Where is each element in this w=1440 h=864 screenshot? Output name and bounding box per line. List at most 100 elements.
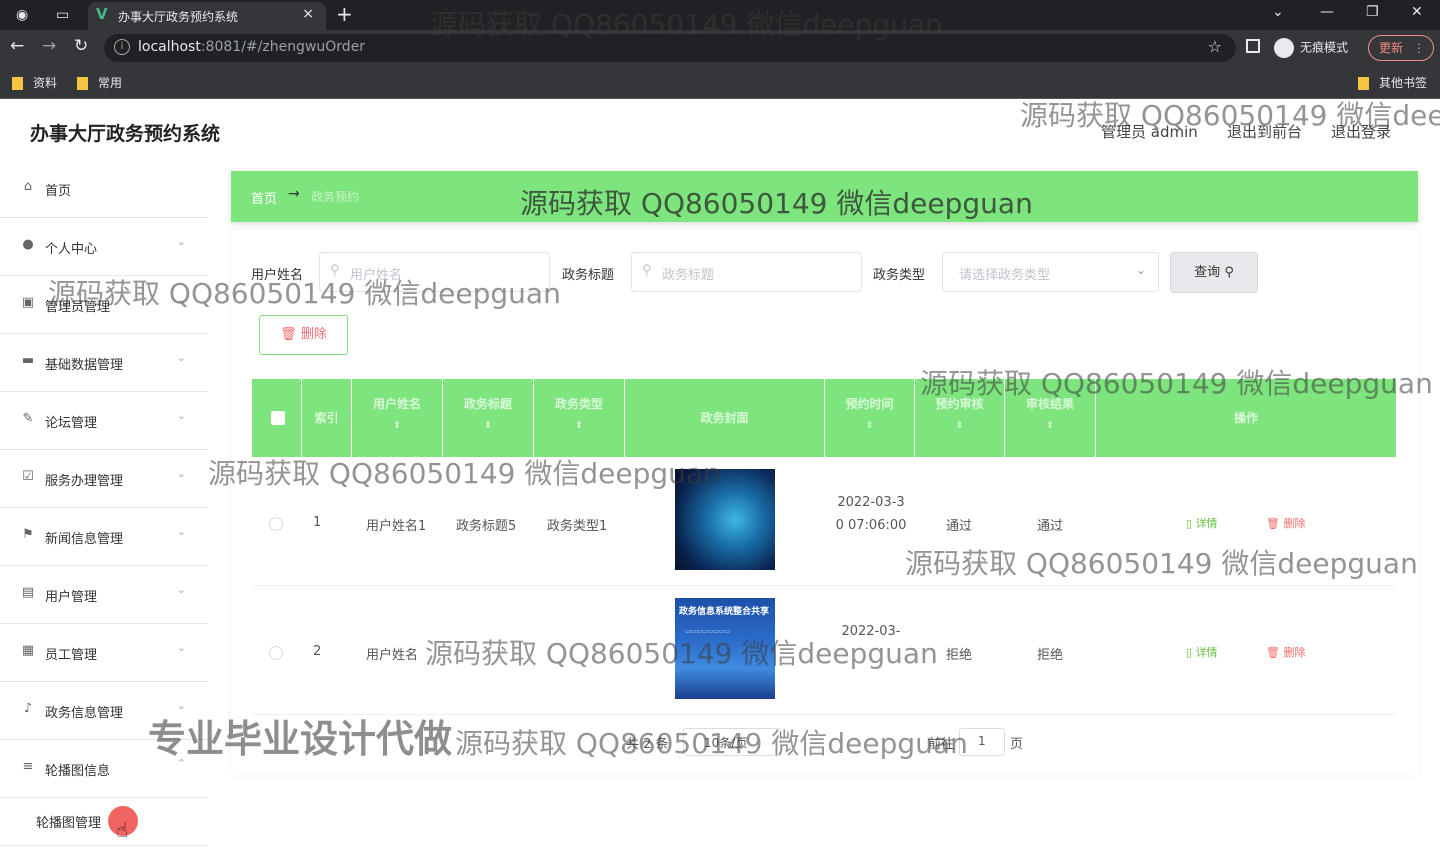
tab-list-chevron-icon[interactable]: ⌄ <box>1272 4 1284 20</box>
query-button[interactable]: 查询 ⚲ <box>1170 252 1258 293</box>
grid-icon: ▦ <box>21 643 35 658</box>
cell-user: 用户姓名 <box>366 648 419 663</box>
user-icon: ● <box>22 237 34 252</box>
admin-icon: ▣ <box>21 295 35 310</box>
hand-cursor-icon: ☝ <box>116 818 129 842</box>
incognito-icon <box>1274 38 1294 58</box>
monitor-icon: ▬ <box>21 353 35 368</box>
chevron-down-icon: ⌄ <box>176 293 186 306</box>
sidebar-item-home[interactable]: ⌂ 首页 <box>0 160 208 218</box>
chevron-down-icon: ⌄ <box>176 467 186 480</box>
gov-type-select[interactable]: 请选择政务类型 ⌄ <box>942 252 1159 292</box>
doc-icon: ▤ <box>21 585 35 600</box>
user-name-label: 用户姓名 <box>251 268 304 283</box>
maximize-icon[interactable]: ❐ <box>1366 4 1379 20</box>
row-checkbox[interactable] <box>269 517 283 531</box>
new-tab-icon[interactable]: + <box>336 2 353 26</box>
forward-icon[interactable]: → <box>42 36 56 56</box>
bookmark-folder-2[interactable]: 常用 <box>77 74 122 91</box>
col-audit[interactable]: 预约审核 ⇕ <box>915 379 1005 457</box>
logout-link[interactable]: 退出登录 <box>1331 121 1391 142</box>
sort-icon: ⇕ <box>865 421 874 431</box>
sidebar-item-news[interactable]: ⚑ 新闻信息管理 ⌄ <box>0 508 208 566</box>
sidebar-item-label: 首页 <box>45 184 72 199</box>
side-panel-icon[interactable] <box>1246 39 1260 53</box>
sidebar-subitem-carousel-manage[interactable]: 轮播图管理 <box>0 798 208 846</box>
tab-close-icon[interactable]: × <box>302 6 314 22</box>
back-icon[interactable]: ← <box>10 36 24 56</box>
cell-audit: 通过 <box>946 519 973 534</box>
col-title[interactable]: 政务标题 ⇕ <box>443 379 534 457</box>
col-user[interactable]: 用户姓名 ⇕ <box>352 379 443 457</box>
cell-result: 通过 <box>1037 519 1064 534</box>
tab-search-icon[interactable]: ▭ <box>56 0 69 30</box>
batch-delete-button[interactable]: 🗑 删除 <box>259 315 348 355</box>
to-front-link[interactable]: 退出到前台 <box>1227 121 1302 142</box>
sidebar-item-staff[interactable]: ▦ 员工管理 ⌄ <box>0 624 208 682</box>
select-all-checkbox[interactable] <box>271 411 285 425</box>
reload-icon[interactable]: ↻ <box>74 36 88 56</box>
arrow-right-icon: → <box>288 186 300 202</box>
breadcrumb-home[interactable]: 首页 <box>251 188 277 207</box>
browser-menu-icon[interactable]: ◉ <box>16 0 28 30</box>
sidebar-item-label: 轮播图信息 <box>45 764 111 779</box>
col-result[interactable]: 审核结果 ⇕ <box>1005 379 1096 457</box>
browser-tab-bar: ◉ ▭ V 办事大厅政务预约系统 × + ⌄ — ❐ ✕ <box>0 0 1440 30</box>
page-size-select[interactable]: 10条/页 <box>683 728 781 756</box>
cell-type: 政务类型1 <box>547 519 608 534</box>
col-actions: 操作 <box>1233 411 1258 425</box>
sidebar-item-label: 基础数据管理 <box>45 358 124 373</box>
col-type[interactable]: 政务类型 ⇕ <box>534 379 625 457</box>
browser-tab[interactable]: V 办事大厅政务预约系统 × <box>88 2 326 30</box>
sort-icon: ⇕ <box>955 421 964 431</box>
sidebar-item-label: 政务信息管理 <box>45 706 124 721</box>
watermark-big: 专业毕业设计代做 <box>148 717 453 761</box>
other-bookmarks[interactable]: 其他书签 <box>1358 74 1427 91</box>
user-name-input[interactable]: ⚲ 用户姓名 <box>319 252 550 292</box>
row-checkbox[interactable] <box>269 646 283 660</box>
select-all-cell[interactable] <box>252 379 302 457</box>
gov-title-label: 政务标题 <box>562 268 615 283</box>
cover-caption-lines: ▭▭▭▭▭▭▭▭ <box>685 628 731 635</box>
sort-icon: ⇕ <box>484 421 492 431</box>
table-row: 1 用户姓名1 政务标题5 政务类型1 2022-03-30 07:06:00 … <box>252 457 1396 586</box>
sidebar-item-label: 用户管理 <box>45 590 98 605</box>
cover-image: 政务信息系统整合共享 ▭▭▭▭▭▭▭▭ <box>675 598 775 699</box>
sidebar-item-label: 论坛管理 <box>45 416 98 431</box>
address-bar-row: ← → ↻ i localhost:8081/#/zhengwuOrder ☆ … <box>0 30 1440 66</box>
sidebar-item-basic-data[interactable]: ▬ 基础数据管理 ⌄ <box>0 334 208 392</box>
url-input[interactable]: i localhost:8081/#/zhengwuOrder ☆ <box>104 34 1236 62</box>
search-icon: ⚲ <box>330 263 340 278</box>
col-time[interactable]: 预约时间 ⇕ <box>825 379 915 457</box>
tab-title: 办事大厅政务预约系统 <box>118 10 239 24</box>
flag-icon: ⚑ <box>22 527 34 542</box>
incognito-badge[interactable]: 无痕模式 <box>1274 38 1348 58</box>
col-index[interactable]: 索引 <box>302 379 352 457</box>
row-delete-button[interactable]: 🗑 删除 <box>1266 644 1305 660</box>
placeholder: 用户姓名 <box>350 268 403 283</box>
row-delete-button[interactable]: 🗑 删除 <box>1266 515 1305 531</box>
sidebar-item-users[interactable]: ▤ 用户管理 ⌄ <box>0 566 208 624</box>
sidebar-item-forum[interactable]: ✎ 论坛管理 ⌄ <box>0 392 208 450</box>
sidebar-item-profile[interactable]: ● 个人中心 ⌄ <box>0 218 208 276</box>
mic-icon: ♪ <box>23 701 33 716</box>
col-cover[interactable]: 政务封面 <box>625 379 825 457</box>
site-info-icon[interactable]: i <box>114 39 130 55</box>
bookmark-star-icon[interactable]: ☆ <box>1208 37 1222 56</box>
detail-button[interactable]: ▯ 详情 <box>1186 515 1218 531</box>
window-close-icon[interactable]: ✕ <box>1411 4 1423 20</box>
sidebar-subitem-label: 轮播图管理 <box>36 816 102 831</box>
tray-icon: ≡ <box>22 759 34 774</box>
minimize-icon[interactable]: — <box>1320 4 1334 20</box>
cell-result: 拒绝 <box>1037 648 1064 663</box>
gov-title-input[interactable]: ⚲ 政务标题 <box>631 252 862 292</box>
page-number-input[interactable]: 1 <box>959 728 1005 756</box>
bookmark-folder-1[interactable]: 资料 <box>12 74 57 91</box>
detail-button[interactable]: ▯ 详情 <box>1186 644 1218 660</box>
chevron-down-icon: ⌄ <box>176 583 186 596</box>
update-button[interactable]: 更新 ⋮ <box>1368 35 1434 61</box>
pagination-total: 共 2 条 <box>626 737 669 752</box>
gov-type-label: 政务类型 <box>873 268 926 283</box>
sidebar-item-admin[interactable]: ▣ 管理员管理 ⌄ <box>0 276 208 334</box>
sidebar-item-service[interactable]: ☑ 服务办理管理 ⌄ <box>0 450 208 508</box>
